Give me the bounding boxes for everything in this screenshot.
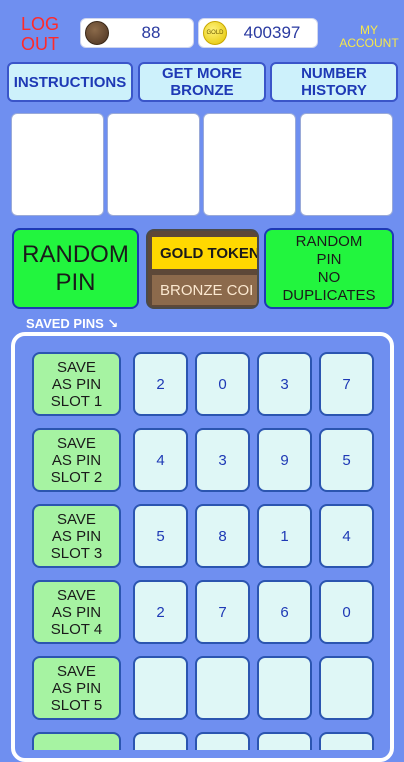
save-slot-4-button[interactable]: SAVE AS PIN SLOT 4 [32, 580, 121, 644]
my-account-button[interactable]: MY ACCOUNT [338, 24, 400, 50]
gold-balance: GOLD 400397 [198, 18, 318, 48]
slot-1-digit-2: 0 [195, 352, 250, 416]
save-slot-5-button[interactable]: SAVE AS PIN SLOT 5 [32, 656, 121, 720]
bronze-balance: 88 [80, 18, 194, 48]
slot-5-digit-2 [195, 656, 250, 720]
slot-6-digit-3 [257, 732, 312, 750]
pin-display-1 [11, 113, 104, 216]
slot-4-digit-1: 2 [133, 580, 188, 644]
random-pin-no-duplicates-button[interactable]: RANDOM PIN NO DUPLICATES [264, 228, 394, 309]
slot-2-digit-3: 9 [257, 428, 312, 492]
bronze-coins-option[interactable]: BRONZE COI [152, 275, 257, 305]
save-slot-1-button[interactable]: SAVE AS PIN SLOT 1 [32, 352, 121, 416]
bronze-coin-icon [85, 21, 109, 45]
save-slot-2-button[interactable]: SAVE AS PIN SLOT 2 [32, 428, 121, 492]
slot-2-digit-2: 3 [195, 428, 250, 492]
slot-3-digit-2: 8 [195, 504, 250, 568]
slot-6-digit-1 [133, 732, 188, 750]
slot-2-digit-1: 4 [133, 428, 188, 492]
pin-display-3 [203, 113, 296, 216]
slot-6-digit-2 [195, 732, 250, 750]
pin-display-4 [300, 113, 393, 216]
pin-display-2 [107, 113, 200, 216]
instructions-button[interactable]: INSTRUCTIONS [7, 62, 133, 102]
slot-3-digit-3: 1 [257, 504, 312, 568]
slot-5-digit-1 [133, 656, 188, 720]
gold-coin-icon: GOLD [203, 21, 227, 45]
gold-tokens-option[interactable]: GOLD TOKEN [152, 237, 257, 269]
logout-button[interactable]: LOG OUT [8, 14, 72, 54]
saved-pins-label: SAVED PINS ↘ [26, 316, 119, 331]
slot-4-digit-3: 6 [257, 580, 312, 644]
slot-5-digit-3 [257, 656, 312, 720]
number-history-button[interactable]: NUMBER HISTORY [270, 62, 398, 102]
bronze-balance-value: 88 [141, 23, 161, 42]
save-slot-3-button[interactable]: SAVE AS PIN SLOT 3 [32, 504, 121, 568]
slot-1-digit-3: 3 [257, 352, 312, 416]
slot-3-digit-1: 5 [133, 504, 188, 568]
currency-selector[interactable]: GOLD TOKEN BRONZE COI [146, 229, 259, 309]
slot-6-digit-4 [319, 732, 374, 750]
save-slot-6-button[interactable] [32, 732, 121, 750]
slot-2-digit-4: 5 [319, 428, 374, 492]
get-more-bronze-button[interactable]: GET MORE BRONZE [138, 62, 266, 102]
random-pin-button[interactable]: RANDOM PIN [12, 228, 139, 309]
slot-4-digit-4: 0 [319, 580, 374, 644]
slot-5-digit-4 [319, 656, 374, 720]
gold-balance-value: 400397 [243, 23, 301, 42]
slot-3-digit-4: 4 [319, 504, 374, 568]
slot-1-digit-1: 2 [133, 352, 188, 416]
slot-1-digit-4: 7 [319, 352, 374, 416]
slot-4-digit-2: 7 [195, 580, 250, 644]
